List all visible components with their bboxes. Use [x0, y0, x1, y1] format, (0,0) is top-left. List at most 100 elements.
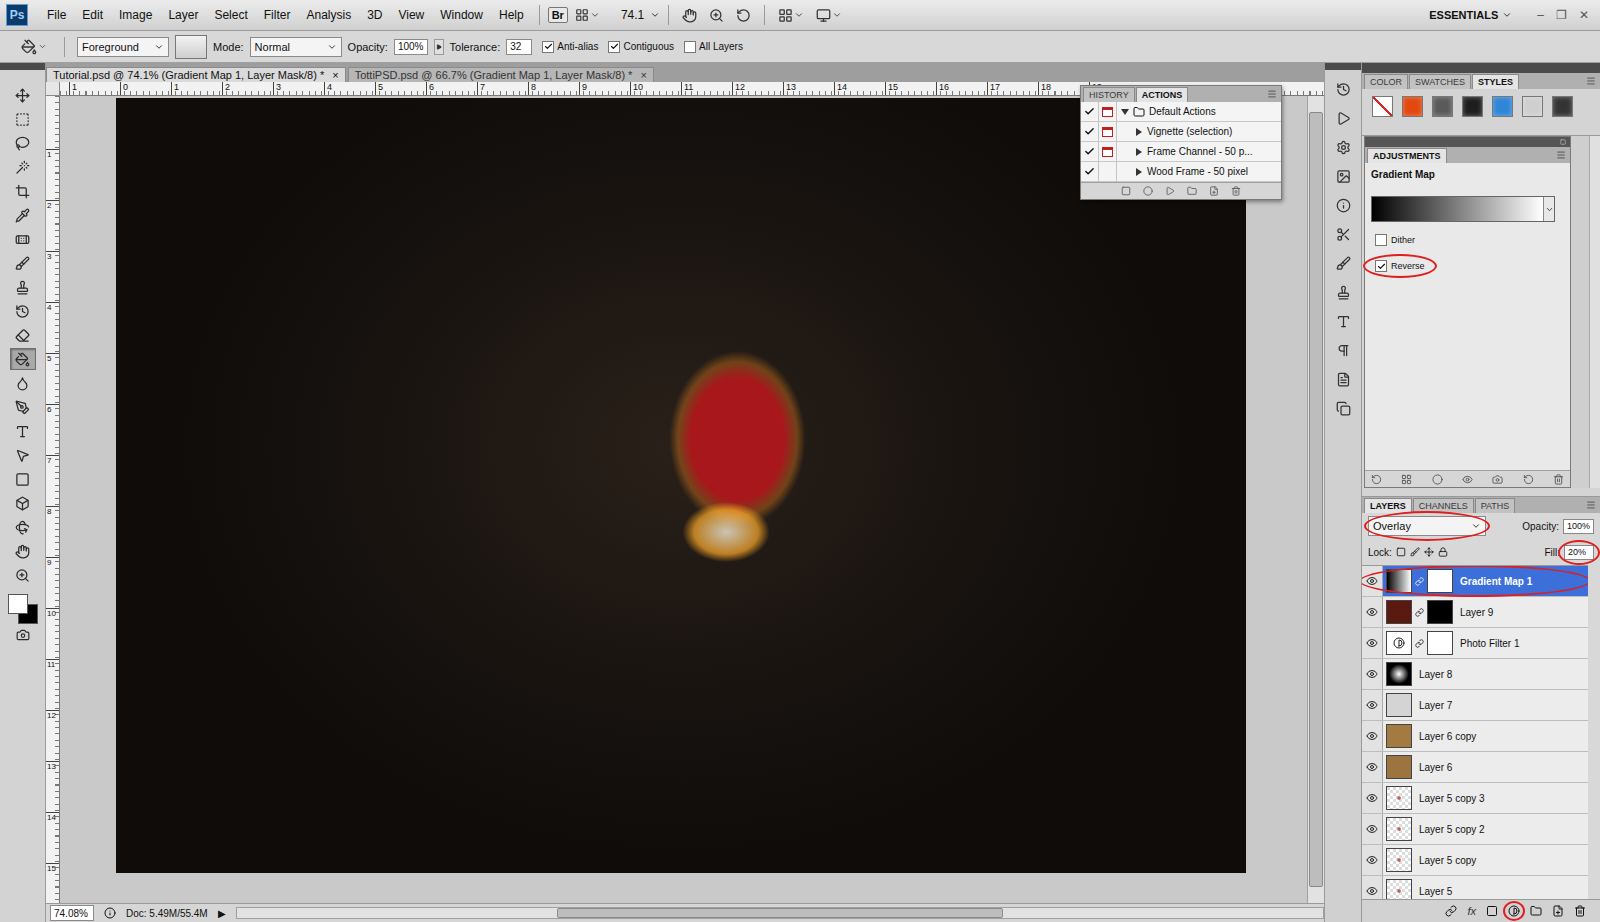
- chevron-icon[interactable]: [650, 10, 660, 20]
- adjustment-button-icon[interactable]: [1371, 474, 1382, 485]
- panel-shortcut[interactable]: [1332, 282, 1354, 302]
- tool-button[interactable]: [10, 492, 36, 514]
- tool-preset-picker[interactable]: [16, 39, 52, 55]
- style-swatch[interactable]: [1522, 96, 1543, 117]
- style-swatch[interactable]: [1492, 96, 1513, 117]
- adjustment-option[interactable]: Reverse: [1371, 258, 1564, 274]
- panel-menu[interactable]: [1267, 89, 1281, 99]
- fill-source-dropdown[interactable]: Foreground: [77, 37, 169, 57]
- layer-thumbnail[interactable]: [1386, 569, 1412, 593]
- layer-thumbnail[interactable]: [1386, 662, 1412, 686]
- zoom-button[interactable]: [704, 8, 729, 23]
- info-icon[interactable]: [104, 907, 116, 919]
- menu-item[interactable]: Image: [112, 6, 159, 24]
- collapsed-icon[interactable]: [1135, 128, 1143, 136]
- layer-footer-button[interactable]: [1486, 905, 1498, 917]
- scroll-thumb[interactable]: [557, 908, 1003, 918]
- workspace-switcher[interactable]: ESSENTIALS: [1429, 9, 1512, 21]
- action-row[interactable]: Wood Frame - 50 pixel: [1081, 162, 1281, 182]
- option-checkbox-row[interactable]: Contiguous: [608, 41, 674, 53]
- panel-menu[interactable]: [1556, 150, 1570, 160]
- layer-mask-thumbnail[interactable]: [1427, 600, 1453, 624]
- gradient-picker[interactable]: [1371, 196, 1555, 222]
- panel-menu[interactable]: [1586, 76, 1600, 86]
- menu-item[interactable]: File: [40, 6, 73, 24]
- panel-shortcut[interactable]: [1332, 224, 1354, 244]
- visibility-toggle[interactable]: [1362, 659, 1383, 689]
- layer-thumbnail[interactable]: [1386, 786, 1412, 810]
- opacity-field[interactable]: 100%: [394, 39, 428, 55]
- quick-mask-button[interactable]: [10, 624, 36, 646]
- panel-tab[interactable]: HISTORY: [1083, 87, 1135, 102]
- tool-button[interactable]: [10, 252, 36, 274]
- adjustment-button-icon[interactable]: [1492, 474, 1503, 485]
- layer-footer-button[interactable]: [1552, 905, 1564, 917]
- dialog-toggle[interactable]: [1099, 142, 1117, 161]
- fx-button[interactable]: fx: [1467, 905, 1476, 917]
- layer-row[interactable]: Layer 6 copy: [1362, 721, 1588, 752]
- layer-footer-button[interactable]: [1508, 905, 1520, 917]
- fill-field[interactable]: 20%: [1564, 545, 1594, 560]
- tool-button[interactable]: [10, 108, 36, 130]
- gradient-dropdown[interactable]: [1543, 197, 1554, 221]
- menu-item[interactable]: Analysis: [299, 6, 358, 24]
- style-swatch[interactable]: [1372, 96, 1393, 117]
- action-button-icon[interactable]: [1165, 186, 1175, 196]
- layer-row[interactable]: Gradient Map 1: [1362, 566, 1588, 597]
- layer-mask-thumbnail[interactable]: [1427, 569, 1453, 593]
- menu-item[interactable]: Window: [433, 6, 490, 24]
- option-checkbox-row[interactable]: All Layers: [684, 41, 743, 53]
- collapsed-icon[interactable]: [1135, 148, 1143, 156]
- layer-footer-button[interactable]: [1530, 905, 1542, 917]
- action-row[interactable]: Frame Channel - 50 p...: [1081, 142, 1281, 162]
- scroll-thumb[interactable]: [1309, 112, 1323, 887]
- rotate-button[interactable]: [731, 8, 756, 23]
- blend-mode-dropdown[interactable]: Overlay: [1368, 516, 1486, 536]
- visibility-toggle[interactable]: [1362, 628, 1383, 658]
- link-icon[interactable]: [1415, 608, 1424, 617]
- layer-mask-thumbnail[interactable]: [1427, 631, 1453, 655]
- menu-item[interactable]: View: [391, 6, 431, 24]
- panel-shortcut[interactable]: [1332, 311, 1354, 331]
- adjustment-button-icon[interactable]: [1432, 474, 1443, 485]
- layer-row[interactable]: Photo Filter 1: [1362, 628, 1588, 659]
- layer-row[interactable]: Layer 5 copy 3: [1362, 783, 1588, 814]
- menu-item[interactable]: Select: [207, 6, 254, 24]
- menu-item[interactable]: Edit: [75, 6, 110, 24]
- gradient-preview[interactable]: [1372, 197, 1543, 221]
- dialog-toggle[interactable]: [1099, 162, 1117, 181]
- panel-tab[interactable]: CHANNELS: [1413, 498, 1474, 513]
- option-checkbox[interactable]: [608, 41, 620, 53]
- lock-transparency-icon[interactable]: [1396, 547, 1406, 557]
- action-row[interactable]: Vignette (selection): [1081, 122, 1281, 142]
- panel-tab[interactable]: PATHS: [1475, 498, 1516, 513]
- window-button[interactable]: ❐: [1551, 8, 1572, 22]
- adjustment-button-icon[interactable]: [1523, 474, 1534, 485]
- action-button-icon[interactable]: [1231, 186, 1241, 196]
- menu-item[interactable]: Help: [492, 6, 531, 24]
- action-button-icon[interactable]: [1143, 186, 1153, 196]
- layer-thumbnail[interactable]: [1386, 693, 1412, 717]
- canvas-image[interactable]: [116, 98, 1246, 873]
- tool-button[interactable]: [10, 564, 36, 586]
- panel-tab[interactable]: STYLES: [1472, 74, 1519, 89]
- layer-opacity-field[interactable]: 100%: [1563, 519, 1594, 534]
- tool-button[interactable]: [10, 516, 36, 538]
- left-ruler[interactable]: 123456789101112131415: [46, 96, 60, 903]
- visibility-toggle[interactable]: [1362, 690, 1383, 720]
- visibility-toggle[interactable]: [1362, 597, 1383, 627]
- window-button[interactable]: ✕: [1574, 8, 1594, 22]
- layer-thumbnail[interactable]: [1386, 631, 1412, 655]
- layer-thumbnail[interactable]: [1386, 879, 1412, 899]
- panel-shortcut[interactable]: [1332, 369, 1354, 389]
- panel-shortcut[interactable]: [1332, 108, 1354, 128]
- panel-shortcut[interactable]: [1332, 137, 1354, 157]
- tool-button[interactable]: [10, 420, 36, 442]
- dialog-toggle[interactable]: [1099, 122, 1117, 141]
- panel-shortcut[interactable]: [1332, 79, 1354, 99]
- pattern-swatch[interactable]: [175, 35, 207, 59]
- link-icon[interactable]: [1415, 577, 1424, 586]
- action-button-icon[interactable]: [1209, 186, 1219, 196]
- visibility-toggle[interactable]: [1362, 876, 1383, 899]
- layer-footer-button[interactable]: [1574, 905, 1586, 917]
